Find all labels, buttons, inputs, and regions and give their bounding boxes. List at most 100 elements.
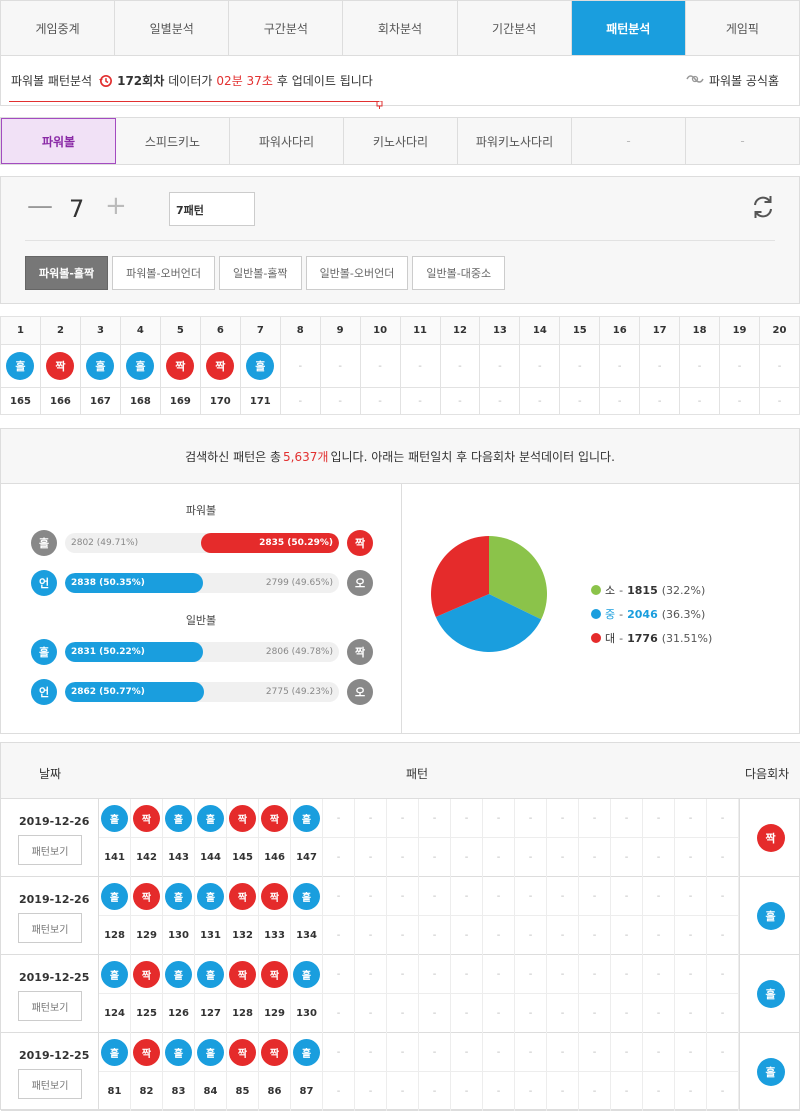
- right-label-ball: 짝: [347, 639, 373, 665]
- history-header: 날짜 패턴 다음회차: [1, 743, 800, 799]
- countdown: 02분 37초: [216, 74, 273, 88]
- tab-6[interactable]: 패턴분석: [571, 1, 686, 55]
- round-cell: 134: [291, 916, 323, 955]
- round-cell: 130: [291, 994, 323, 1033]
- pattern-cell: -: [355, 799, 387, 838]
- stat-bar-row: 언 2838 (50.35%) 2799 (49.65%) 오: [31, 570, 373, 596]
- round-cell: -: [451, 838, 483, 877]
- pattern-cell: -: [707, 877, 739, 916]
- round-cell: 133: [259, 916, 291, 955]
- increase-button[interactable]: +: [105, 191, 127, 221]
- game-tab-3[interactable]: 파워사다리: [230, 118, 344, 164]
- view-pattern-button[interactable]: 패턴보기: [18, 991, 82, 1021]
- col-header: 4: [119, 316, 161, 345]
- result-ball: 짝: [229, 1038, 256, 1066]
- round-cell: 128: [227, 994, 259, 1033]
- round-cell: -: [387, 994, 419, 1033]
- game-tab-1[interactable]: 파워볼: [1, 118, 116, 164]
- round-cell: 165: [0, 387, 41, 415]
- result-ball: 홀: [165, 882, 192, 910]
- pattern-type-button[interactable]: 파워볼-홀짝: [25, 256, 109, 290]
- col-header: 19: [719, 316, 760, 345]
- pattern-cell: -: [547, 1033, 579, 1072]
- pattern-cell: 홀: [163, 955, 195, 994]
- tab-5[interactable]: 기간분석: [458, 1, 572, 55]
- legend-label: 중: [605, 608, 616, 621]
- result-ball: 홀: [293, 1038, 320, 1066]
- round-cell: 131: [195, 916, 227, 955]
- round-cell: -: [399, 387, 441, 415]
- game-tab-2[interactable]: 스피드키노: [116, 118, 230, 164]
- pattern-cell: 홀: [291, 799, 323, 838]
- round-cell: -: [323, 1072, 355, 1111]
- round-cell: -: [707, 838, 739, 877]
- col-header: 14: [519, 316, 561, 345]
- pattern-cell: -: [643, 799, 675, 838]
- pattern-cell: -: [483, 1033, 515, 1072]
- pattern-controls: — 7 + 7패턴 파워볼-홀짝 파워볼-오버언더 일반볼-홀짝 일반볼-오버언더 일반…: [0, 176, 800, 304]
- tab-1[interactable]: 게임중계: [1, 1, 116, 55]
- pattern-cell: -: [675, 1033, 707, 1072]
- pattern-cell: 짝: [259, 955, 291, 994]
- next-round-stats: 파워볼 일반볼 홀 2802 (49.71%) 2835 (50.29%) 짝 언 283…: [0, 484, 800, 734]
- pattern-type-button[interactable]: 일반볼-홀짝: [218, 256, 302, 290]
- round-cell: -: [439, 387, 481, 415]
- pattern-type-button[interactable]: 일반볼-오버언더: [305, 256, 409, 290]
- result-ball: 짝: [261, 1038, 288, 1066]
- pattern-cell: 홀: [195, 1033, 227, 1072]
- history-date: 2019-12-26: [19, 893, 90, 906]
- round-cell: -: [419, 916, 451, 955]
- pattern-cell: -: [439, 344, 481, 388]
- legend-pct: (31.51%): [661, 631, 713, 645]
- tab-2[interactable]: 일별분석: [115, 1, 230, 55]
- info-bar: 파워볼 패턴분석 172회차 데이터가 02분 37초 후 업데이트 됩니다 파…: [0, 56, 800, 109]
- col-header: 8: [279, 316, 321, 345]
- result-ball: 홀: [197, 960, 224, 988]
- col-header: 5: [159, 316, 201, 345]
- next-result-cell: 홀: [739, 877, 800, 955]
- round-cell: 171: [239, 387, 281, 415]
- round-cell: 129: [131, 916, 163, 955]
- pattern-cell: -: [323, 1033, 355, 1072]
- pattern-cell: -: [419, 1033, 451, 1072]
- game-sub-nav: 파워볼 스피드키노 파워사다리 키노사다리 파워키노사다리 - -: [0, 117, 800, 165]
- view-pattern-button[interactable]: 패턴보기: [18, 1069, 82, 1099]
- official-link[interactable]: 파워볼 공식홈: [686, 72, 779, 89]
- round-cell: -: [451, 1072, 483, 1111]
- history-date: 2019-12-25: [19, 1049, 90, 1062]
- round-cell: 84: [195, 1072, 227, 1111]
- legend-sep: -: [619, 607, 624, 621]
- decrease-button[interactable]: —: [27, 191, 53, 221]
- round-cell: 147: [291, 838, 323, 877]
- info-mid: 데이터가: [168, 74, 213, 88]
- pattern-cell: -: [643, 1033, 675, 1072]
- pattern-cell: -: [519, 344, 561, 388]
- game-tab-5[interactable]: 파워키노사다리: [458, 118, 572, 164]
- col-header: 9: [319, 316, 361, 345]
- pattern-select[interactable]: 7패턴: [169, 192, 255, 226]
- pattern-cell: 홀: [119, 344, 161, 388]
- pattern-type-button[interactable]: 파워볼-오버언더: [112, 256, 215, 290]
- pattern-type-button[interactable]: 일반볼-대중소: [412, 256, 506, 290]
- pattern-cell: -: [579, 799, 611, 838]
- tab-3[interactable]: 구간분석: [229, 1, 344, 55]
- legend-value: 1815: [627, 583, 658, 597]
- round-cell: -: [599, 387, 641, 415]
- game-tab-4[interactable]: 키노사다리: [344, 118, 458, 164]
- result-ball: 짝: [46, 352, 75, 380]
- view-pattern-button[interactable]: 패턴보기: [18, 835, 82, 865]
- round-cell: -: [323, 916, 355, 955]
- pattern-cell: -: [515, 1033, 547, 1072]
- stat-bar-fill: 2862 (50.77%): [65, 682, 205, 702]
- pattern-cell: -: [323, 799, 355, 838]
- left-label-ball: 언: [31, 679, 57, 705]
- round-cell: -: [579, 1072, 611, 1111]
- col-header: 1: [0, 316, 41, 345]
- view-pattern-button[interactable]: 패턴보기: [18, 913, 82, 943]
- refresh-icon[interactable]: [749, 193, 777, 221]
- legend-value: 1776: [627, 631, 658, 645]
- tab-7[interactable]: 게임픽: [686, 1, 799, 55]
- tab-4[interactable]: 회차분석: [343, 1, 458, 55]
- pattern-cell: -: [559, 344, 601, 388]
- date-cell: 2019-12-26 패턴보기: [1, 877, 99, 955]
